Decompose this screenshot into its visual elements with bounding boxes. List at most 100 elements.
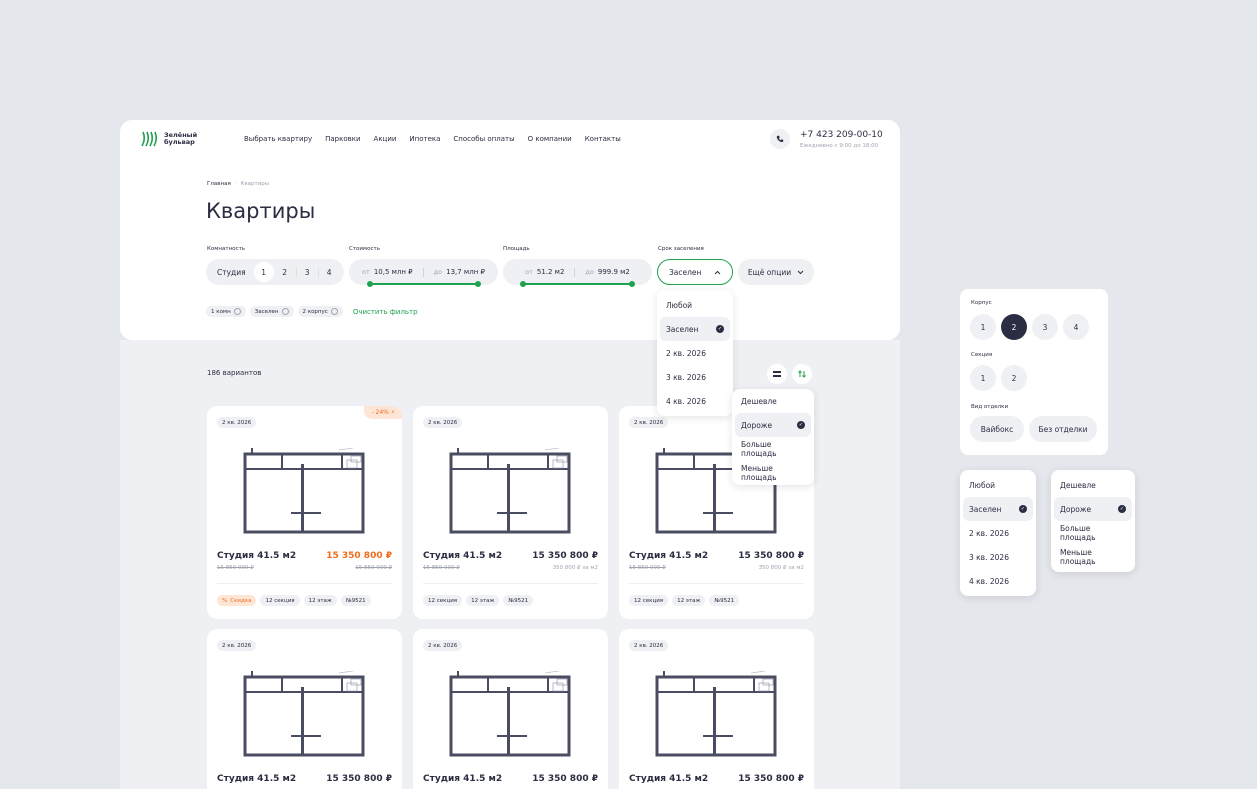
area-slider-track <box>523 283 632 285</box>
term-option-label: 4 кв. 2026 <box>969 576 1009 586</box>
more-options-button[interactable]: Ещё опции <box>738 259 814 285</box>
logo[interactable]: Зелёный бульвар <box>140 130 197 148</box>
sort-option-area-desc[interactable]: Больше площадь <box>1051 521 1135 545</box>
area-slider-max-handle[interactable] <box>629 281 635 287</box>
filter-tag-term[interactable]: Заселен <box>249 306 294 317</box>
apartment-card[interactable]: 2 кв. 2026 Студия 41.5 м2 15 350 800 ₽ <box>619 629 814 789</box>
sort-button[interactable] <box>792 364 812 384</box>
area-from-prefix: от <box>525 268 533 276</box>
rooms-option-4[interactable]: 4 <box>317 267 340 277</box>
finish-option-vibox[interactable]: Вайбокс <box>970 416 1024 442</box>
term-option-label: Заселен <box>666 324 699 334</box>
rooms-option-1[interactable]: 1 <box>253 262 274 282</box>
term-option-label: 3 кв. 2026 <box>666 372 706 382</box>
floorplan-image <box>449 447 571 534</box>
sort-option-cheaper[interactable]: Дешевле <box>1051 473 1135 497</box>
apartment-card[interactable]: 2 кв. 2026 Студия 41.5 м2 15 350 800 ₽ 15 8… <box>413 406 608 619</box>
rooms-option-2[interactable]: 2 <box>274 268 296 277</box>
apartment-price: 15 350 800 ₽ <box>738 774 804 784</box>
apartment-price: 15 350 800 ₽ <box>326 774 392 784</box>
term-option-label: 3 кв. 2026 <box>969 552 1009 562</box>
phone-icon <box>776 135 784 143</box>
old-price: 15 850 000 ₽ <box>217 565 254 571</box>
card-divider <box>217 583 392 584</box>
sort-option-expensive[interactable]: Дороже ✓ <box>1054 497 1132 521</box>
breadcrumb-home[interactable]: Главная <box>207 181 231 187</box>
apartment-card[interactable]: 2 кв. 2026 Студия 41.5 м2 15 350 800 ₽ <box>413 629 608 789</box>
apartment-price: 15 350 800 ₽ <box>532 774 598 784</box>
price-slider-max-handle[interactable] <box>475 281 481 287</box>
building-option-4[interactable]: 4 <box>1063 314 1089 340</box>
phone-number[interactable]: +7 423 209-00-10 <box>800 130 883 140</box>
price-from-value[interactable]: 10,5 млн ₽ <box>374 268 413 276</box>
check-icon: ✓ <box>716 325 724 333</box>
apartment-price: 15 350 800 ₽ <box>738 551 804 561</box>
apartment-card[interactable]: 2 кв. 2026 Студия 41.5 м2 15 350 800 ₽ <box>207 629 402 789</box>
area-to-prefix: до <box>585 268 594 276</box>
remove-tag-icon[interactable] <box>330 308 338 315</box>
area-slider-min-handle[interactable] <box>520 281 526 287</box>
price-slider-track <box>370 283 478 285</box>
term-option-q4-2026[interactable]: 4 кв. 2026 <box>960 569 1036 593</box>
term-option-settled[interactable]: Заселен ✓ <box>963 497 1033 521</box>
sort-option-area-asc[interactable]: Меньше площадь <box>732 461 814 485</box>
work-hours: Ежедневно с 9:00 до 18:00 <box>800 143 879 149</box>
price-to-value[interactable]: 13,7 млн ₽ <box>446 268 485 276</box>
sort-option-area-asc[interactable]: Меньше площадь <box>1051 545 1135 569</box>
nav-item-mortgage[interactable]: Ипотека <box>409 135 440 143</box>
finish-option-none[interactable]: Без отделки <box>1029 416 1097 442</box>
move-in-date-badge: 2 кв. 2026 <box>217 640 257 651</box>
building-option-3[interactable]: 3 <box>1032 314 1058 340</box>
section-option-2[interactable]: 2 <box>1001 365 1027 391</box>
nav-item-promotions[interactable]: Акции <box>374 135 397 143</box>
term-option-q4-2026[interactable]: 4 кв. 2026 <box>657 389 733 413</box>
area-from-value[interactable]: 51.2 м2 <box>537 268 565 276</box>
rooms-option-studio[interactable]: Студия <box>209 268 254 277</box>
term-option-q3-2026[interactable]: 3 кв. 2026 <box>657 365 733 389</box>
phone-icon-button[interactable] <box>770 129 790 149</box>
term-option-settled[interactable]: Заселен ✓ <box>660 317 730 341</box>
nav-item-parking[interactable]: Парковки <box>325 135 360 143</box>
building-option-1[interactable]: 1 <box>970 314 996 340</box>
sort-dropdown: Дешевле Дороже ✓ Больше площадь Меньше пл… <box>732 389 814 485</box>
page-title: Квартиры <box>206 199 316 223</box>
price-label: Стоимость <box>349 246 380 252</box>
nav-item-payment[interactable]: Способы оплаты <box>453 135 514 143</box>
view-toggle-button[interactable] <box>767 364 787 384</box>
remove-tag-icon[interactable] <box>281 308 289 315</box>
term-option-any[interactable]: Любой <box>960 473 1036 497</box>
main-nav: Выбрать квартиру Парковки Акции Ипотека … <box>244 135 621 143</box>
term-option-any[interactable]: Любой <box>657 293 733 317</box>
results-count: 186 вариантов <box>207 369 262 377</box>
sort-option-label: Больше площадь <box>1060 524 1096 542</box>
area-divider <box>574 267 576 277</box>
term-dropdown: Любой Заселен ✓ 2 кв. 2026 3 кв. 2026 4 к… <box>657 290 733 416</box>
lightning-icon: ⚡ <box>390 409 395 416</box>
sort-option-area-desc[interactable]: Больше площадь <box>732 437 814 461</box>
clear-filter-link[interactable]: Очистить фильтр <box>353 308 418 316</box>
apartment-title: Студия 41.5 м2 <box>423 774 503 784</box>
term-select[interactable]: Заселен <box>657 259 733 285</box>
nav-item-choose-flat[interactable]: Выбрать квартиру <box>244 135 312 143</box>
sort-option-expensive[interactable]: Дороже ✓ <box>735 413 811 437</box>
price-to-prefix: до <box>433 268 443 276</box>
sort-option-cheaper[interactable]: Дешевле <box>732 389 814 413</box>
filter-tag-building[interactable]: 2 корпус <box>297 306 343 317</box>
area-to-value[interactable]: 999.9 м2 <box>598 268 630 276</box>
section-option-1[interactable]: 1 <box>970 365 996 391</box>
price-slider-min-handle[interactable] <box>367 281 373 287</box>
term-option-q3-2026[interactable]: 3 кв. 2026 <box>960 545 1036 569</box>
apartment-title: Студия 41.5 м2 <box>217 551 297 561</box>
sort-option-label: Дороже <box>1060 504 1092 514</box>
nav-item-contacts[interactable]: Контакты <box>585 135 621 143</box>
apartment-card[interactable]: 2 кв. 2026 - 24% ⚡ Студия 41.5 м2 15 350 80… <box>207 406 402 619</box>
sort-option-label: Дороже <box>741 420 773 430</box>
term-option-q2-2026[interactable]: 2 кв. 2026 <box>657 341 733 365</box>
filter-tag-rooms[interactable]: 1 комн <box>206 306 246 317</box>
rooms-option-3[interactable]: 3 <box>295 267 318 277</box>
nav-item-about[interactable]: О компании <box>528 135 572 143</box>
move-in-date-badge: 2 кв. 2026 <box>629 640 669 651</box>
remove-tag-icon[interactable] <box>233 308 241 315</box>
term-option-q2-2026[interactable]: 2 кв. 2026 <box>960 521 1036 545</box>
building-option-2[interactable]: 2 <box>1001 314 1027 340</box>
